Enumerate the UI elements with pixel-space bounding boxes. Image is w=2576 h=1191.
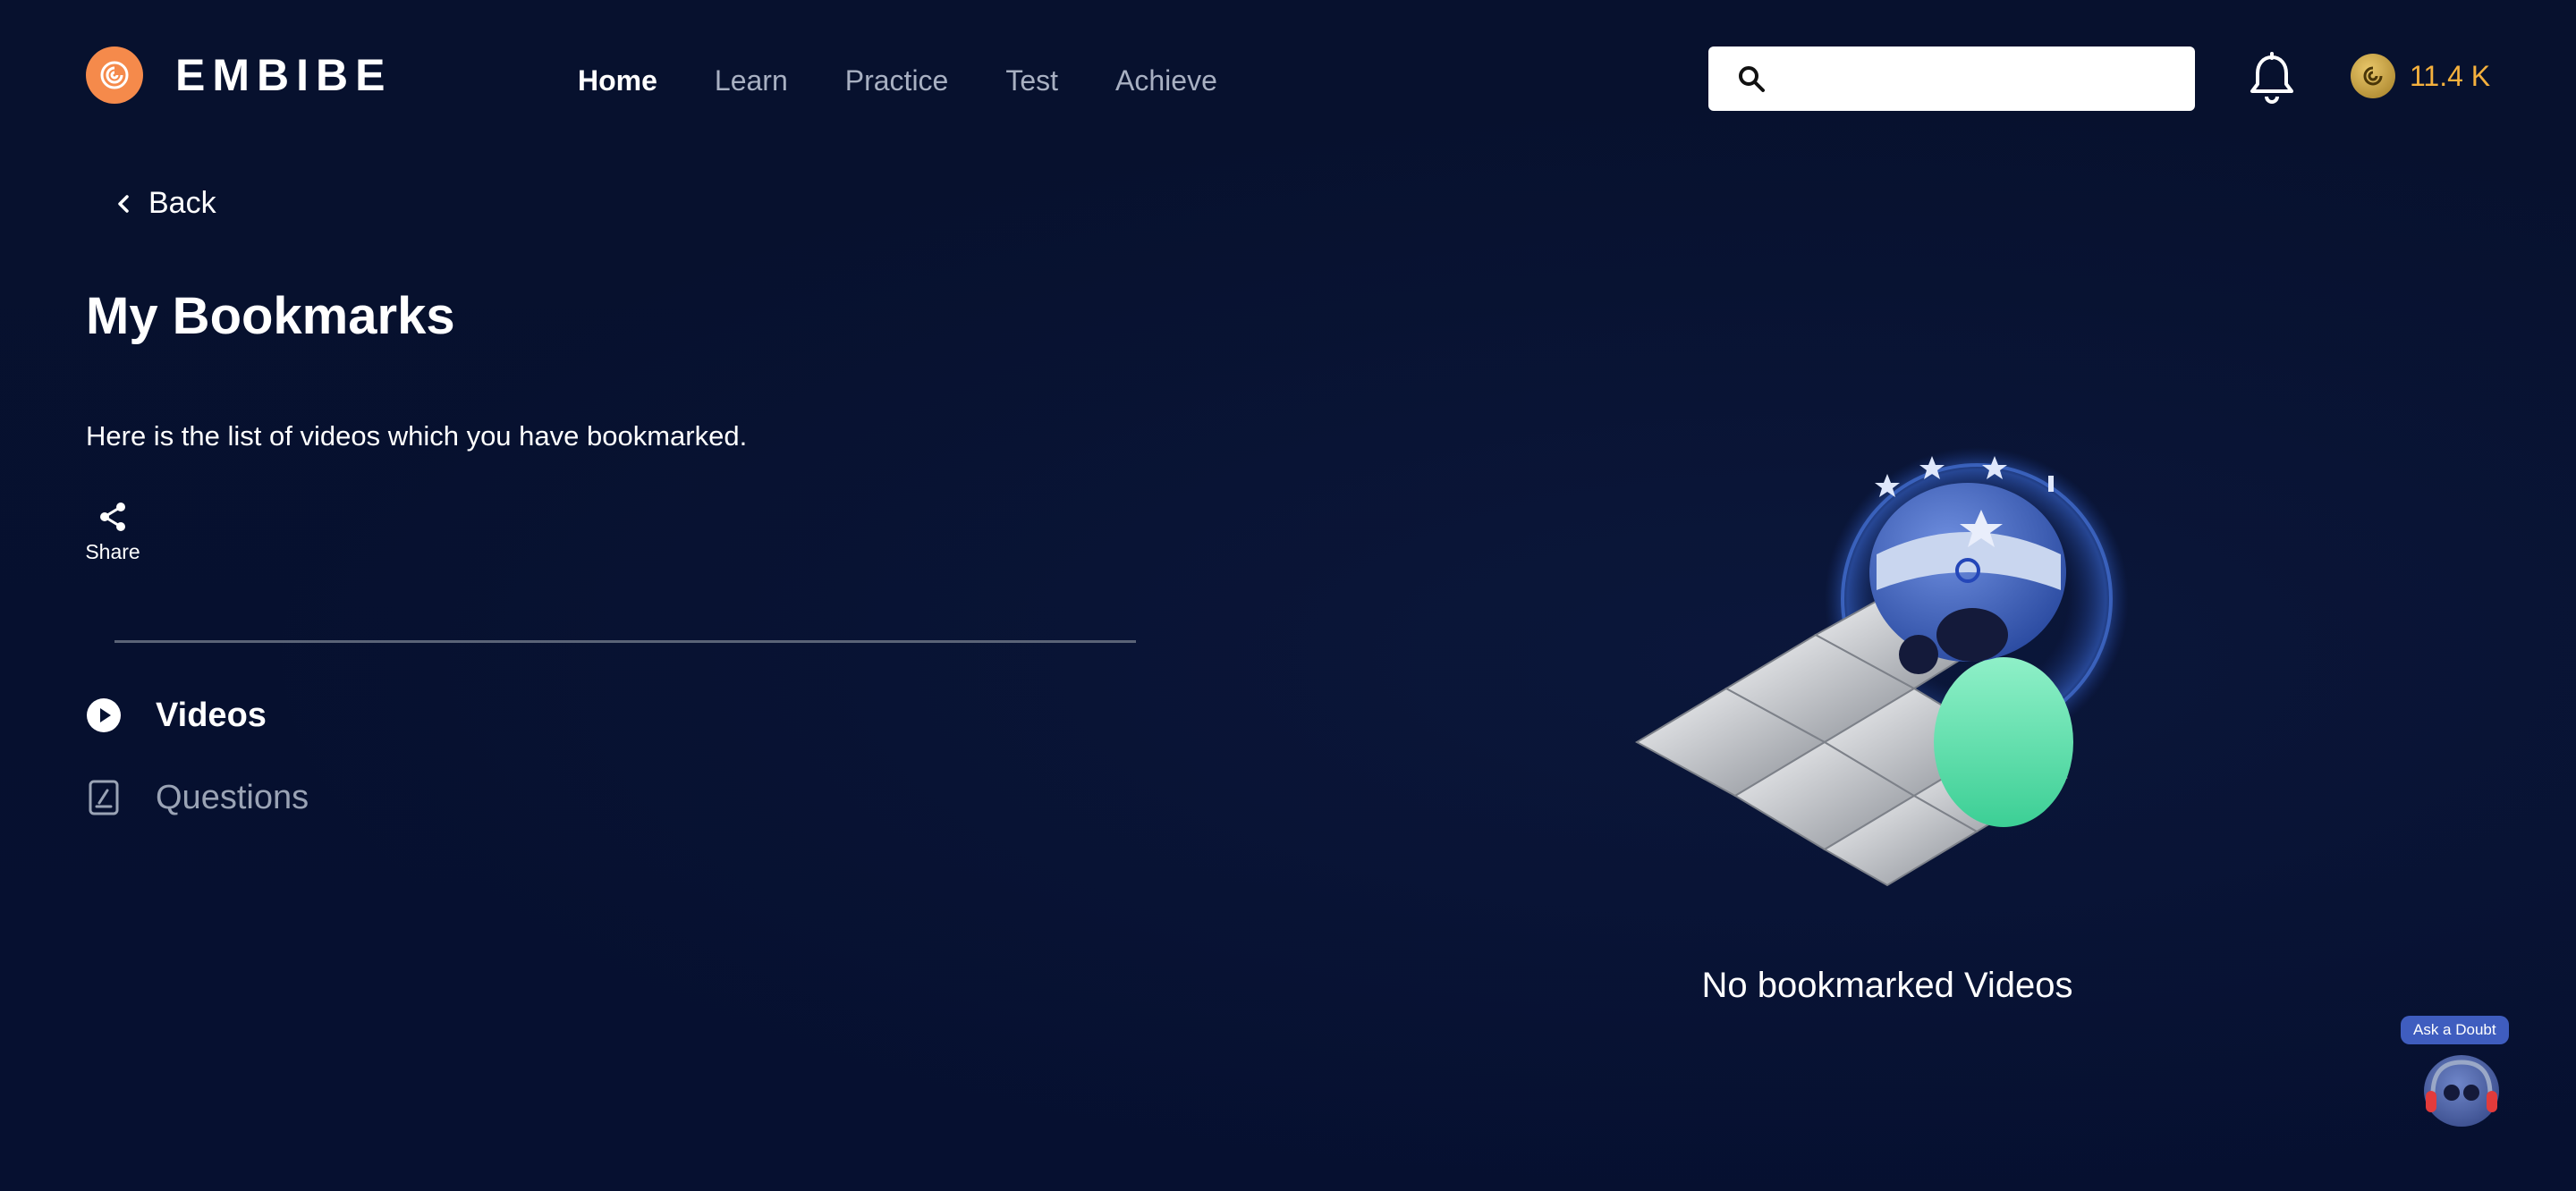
main-nav: Home Learn Practice Test Achieve <box>578 59 1275 102</box>
share-icon <box>100 503 125 531</box>
brand-logo[interactable]: EMBIBE <box>86 46 392 104</box>
page-title: My Bookmarks <box>86 287 455 345</box>
tab-videos[interactable]: Videos <box>86 692 309 739</box>
empty-bookmarks-illustration <box>1634 447 2129 887</box>
nav-test[interactable]: Test <box>1005 59 1058 102</box>
bookmarks-page: EMBIBE Home Learn Practice Test Achieve <box>0 0 2576 1191</box>
search-icon <box>1739 66 1765 92</box>
back-button[interactable]: Back <box>114 186 216 221</box>
share-button[interactable]: Share <box>85 499 140 564</box>
bookmark-tabs: Videos Questions <box>86 692 309 857</box>
share-label: Share <box>85 540 140 563</box>
ask-doubt-button[interactable]: Ask a Doubt <box>2397 1016 2522 1127</box>
coin-icon <box>2351 54 2395 98</box>
search-input[interactable] <box>1780 46 2195 111</box>
search-box[interactable] <box>1708 46 2195 111</box>
notification-bell-icon[interactable] <box>2247 52 2297 106</box>
section-divider <box>114 640 1136 643</box>
tab-questions[interactable]: Questions <box>86 774 309 821</box>
nav-learn[interactable]: Learn <box>715 59 788 102</box>
back-label: Back <box>148 186 216 220</box>
nav-practice[interactable]: Practice <box>845 59 949 102</box>
coin-balance[interactable]: 11.4 K <box>2351 54 2490 98</box>
doubt-bot-avatar-icon <box>2424 1055 2499 1127</box>
coin-count: 11.4 K <box>2410 59 2491 92</box>
tab-questions-label: Questions <box>156 778 309 816</box>
question-sheet-icon <box>86 780 122 815</box>
tab-videos-label: Videos <box>156 696 267 734</box>
play-circle-icon <box>86 697 122 733</box>
top-header: EMBIBE Home Learn Practice Test Achieve <box>0 0 2576 157</box>
embibe-logo-icon <box>86 46 143 104</box>
empty-state-message: No bookmarked Videos <box>1701 966 2073 1005</box>
nav-home[interactable]: Home <box>578 59 657 102</box>
brand-name: EMBIBE <box>175 50 393 100</box>
page-subtitle: Here is the list of videos which you hav… <box>86 420 748 452</box>
nav-achieve[interactable]: Achieve <box>1115 59 1217 102</box>
ask-doubt-label: Ask a Doubt <box>2401 1016 2509 1044</box>
chevron-left-icon <box>118 194 129 213</box>
